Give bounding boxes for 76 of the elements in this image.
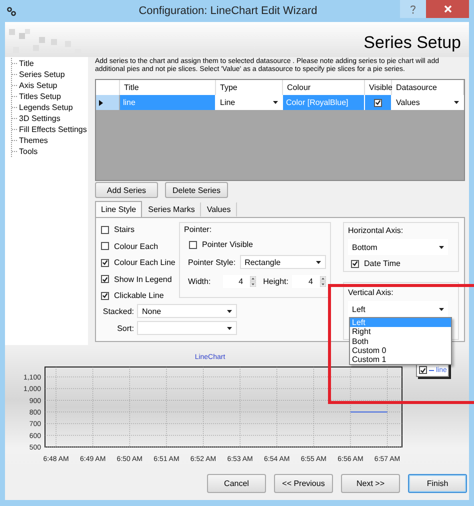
checkbox[interactable] bbox=[351, 260, 359, 268]
tree-item[interactable]: Themes bbox=[19, 136, 48, 145]
spin-arrows-icon bbox=[320, 276, 326, 287]
dropdown-option[interactable]: Right bbox=[350, 327, 451, 337]
legend-line-icon bbox=[429, 368, 434, 372]
tree-item[interactable]: Axis Setup bbox=[19, 81, 58, 90]
checkbox-label: Pointer Visible bbox=[202, 240, 253, 249]
checkbox-label: Show In Legend bbox=[114, 274, 172, 284]
wizard-button[interactable]: Next >> bbox=[341, 474, 400, 492]
column-header[interactable]: Datasource bbox=[392, 80, 464, 95]
checkbox[interactable] bbox=[101, 226, 109, 234]
checkbox-label: Colour Each Line bbox=[114, 258, 176, 267]
checkbox[interactable] bbox=[101, 258, 109, 266]
window-title: Configuration: LineChart Edit Wizard bbox=[138, 5, 318, 17]
series-line bbox=[350, 411, 388, 412]
app-icon bbox=[7, 6, 16, 16]
group-label: Vertical Axis: bbox=[348, 288, 394, 297]
field-label: Width: bbox=[188, 277, 211, 286]
caret-icon bbox=[439, 308, 444, 310]
stacked-dropdown[interactable]: None bbox=[137, 304, 237, 318]
tree-item[interactable]: Titles Setup bbox=[19, 92, 61, 101]
wizard-button[interactable]: << Previous bbox=[274, 474, 333, 492]
field-label: Pointer Style: bbox=[188, 258, 236, 266]
axis-dropdown[interactable]: Left bbox=[348, 301, 448, 317]
spin-field[interactable]: 4 bbox=[222, 275, 256, 288]
caret-icon bbox=[227, 326, 232, 330]
wizard-button[interactable]: Cancel bbox=[207, 474, 266, 492]
column-header[interactable]: Colour bbox=[283, 80, 365, 95]
checkbox[interactable] bbox=[374, 98, 382, 106]
checkbox-label: Date Time bbox=[364, 259, 400, 268]
column-header[interactable]: Title bbox=[120, 80, 216, 95]
caret-icon bbox=[316, 260, 321, 264]
caret-icon bbox=[439, 246, 444, 248]
checkbox[interactable] bbox=[101, 292, 109, 300]
checkbox[interactable] bbox=[101, 275, 109, 283]
checkbox-label: Clickable Line bbox=[114, 291, 164, 300]
wizard-button[interactable]: Finish bbox=[408, 474, 467, 492]
tree-item[interactable]: Legends Setup bbox=[19, 103, 73, 112]
page-title: Series Setup bbox=[364, 33, 462, 54]
group-label: Horizontal Axis: bbox=[348, 226, 404, 235]
caret-icon bbox=[454, 101, 459, 104]
close-button[interactable] bbox=[426, 0, 469, 18]
close-icon bbox=[444, 5, 452, 13]
checkbox[interactable] bbox=[189, 240, 197, 248]
tree-item[interactable]: 3D Settings bbox=[19, 114, 60, 123]
checkbox-label: Colour Each bbox=[114, 242, 158, 250]
row-pointer-icon bbox=[99, 100, 103, 106]
dropdown-option[interactable]: Custom 1 bbox=[350, 355, 451, 364]
row-header[interactable] bbox=[96, 95, 120, 110]
tree-item[interactable]: Tools bbox=[19, 147, 38, 156]
header-corner bbox=[96, 80, 120, 95]
dropdown-option[interactable]: Both bbox=[350, 336, 451, 346]
field-label: Sort: bbox=[116, 324, 135, 332]
dropdown-option[interactable]: Custom 0 bbox=[350, 346, 451, 356]
tree-item[interactable]: Fill Effects Settings bbox=[19, 125, 87, 134]
help-button[interactable] bbox=[400, 0, 426, 18]
axis-dropdown[interactable]: Bottom bbox=[348, 239, 448, 255]
tree-item[interactable]: Series Setup bbox=[19, 70, 65, 79]
help-icon bbox=[410, 4, 416, 14]
series-button[interactable]: Delete Series bbox=[165, 182, 228, 198]
spin-arrows-icon bbox=[250, 276, 256, 287]
field-label: Height: bbox=[263, 277, 288, 286]
spin-field[interactable]: 4 bbox=[292, 275, 326, 288]
checkbox[interactable] bbox=[101, 242, 109, 250]
caret-icon bbox=[227, 310, 232, 312]
group-label: Pointer: bbox=[184, 225, 213, 234]
caret-icon bbox=[273, 101, 278, 104]
series-button[interactable]: Add Series bbox=[95, 182, 158, 198]
style-dropdown[interactable]: Rectangle bbox=[240, 255, 326, 269]
field-label: Stacked: bbox=[102, 306, 135, 316]
column-header[interactable]: Visible bbox=[365, 80, 392, 95]
checkbox-label: Stairs bbox=[114, 225, 134, 234]
tree-item[interactable]: Title bbox=[19, 59, 34, 68]
tab[interactable]: Line Style bbox=[95, 201, 142, 217]
column-header[interactable]: Type bbox=[216, 80, 283, 95]
checkbox[interactable] bbox=[419, 366, 427, 374]
